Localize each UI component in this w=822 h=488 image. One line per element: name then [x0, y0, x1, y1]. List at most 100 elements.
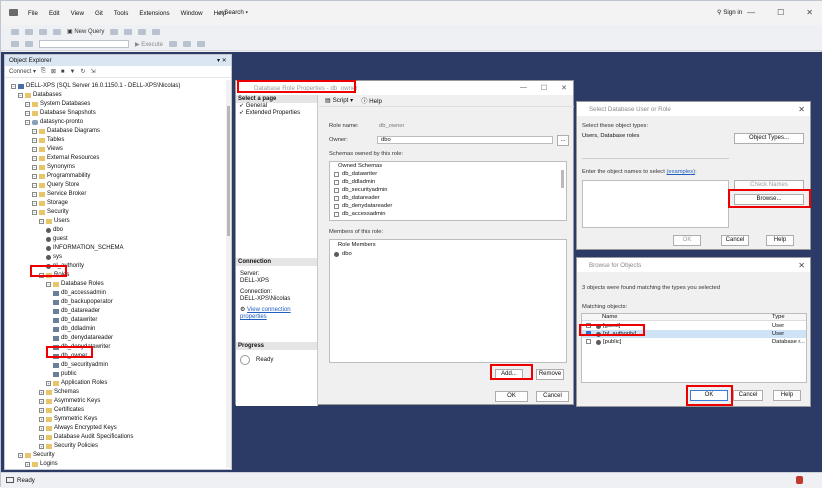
tree-node[interactable]: public	[53, 370, 77, 378]
undo-icon[interactable]	[138, 28, 147, 35]
tree-node[interactable]: dbo	[46, 226, 63, 234]
expand-icon[interactable]: −	[18, 92, 23, 98]
schema-row[interactable]: db_securityadmin	[334, 187, 387, 194]
schema-checkbox[interactable]	[334, 172, 339, 177]
toolbar-icon[interactable]	[25, 41, 33, 47]
schema-checkbox[interactable]	[334, 196, 339, 201]
maximize-icon[interactable]: ☐	[777, 8, 784, 17]
tree-node[interactable]: − Database Snapshots	[25, 109, 96, 117]
tree-node[interactable]: − Synonyms	[32, 163, 75, 171]
tree-node[interactable]: db_denydatareader	[53, 334, 113, 342]
row-checkbox[interactable]	[586, 339, 591, 344]
object-names-field[interactable]	[582, 180, 729, 228]
expand-icon[interactable]: −	[46, 281, 51, 287]
refresh-icon[interactable]: ↻	[80, 68, 85, 75]
menu-tools[interactable]: Tools	[113, 9, 129, 18]
col-type-header[interactable]: Type	[772, 314, 785, 320]
toolbar-icon[interactable]	[182, 41, 191, 47]
stop-icon[interactable]: ■	[61, 69, 65, 75]
minimize-icon[interactable]: —	[520, 84, 527, 92]
connect-button[interactable]: Connect ▾	[9, 68, 36, 75]
tree-node[interactable]: − datasync-pronto	[25, 118, 83, 126]
tree-node[interactable]: − Security	[32, 208, 69, 216]
close-icon[interactable]: ✕	[798, 105, 805, 114]
col-name-header[interactable]: Name	[602, 314, 617, 320]
expand-icon[interactable]: −	[39, 218, 44, 224]
connect-icon[interactable]: ⎘	[41, 68, 46, 75]
tree-node[interactable]: + Certificates	[39, 406, 84, 414]
expand-icon[interactable]: +	[39, 407, 44, 413]
menu-file[interactable]: File	[27, 9, 39, 18]
expand-icon[interactable]: −	[25, 101, 30, 107]
tree-node[interactable]: − System Databases	[25, 100, 90, 108]
schemas-scrollbar[interactable]	[561, 170, 564, 188]
owner-browse-button[interactable]: ...	[557, 135, 569, 146]
maximize-icon[interactable]: ☐	[541, 84, 547, 92]
disconnect-icon[interactable]: ⊠	[51, 68, 56, 75]
tree-node[interactable]: − Users	[39, 217, 70, 225]
tree-node[interactable]: − Programmability	[32, 172, 90, 180]
expand-icon[interactable]: +	[39, 425, 44, 431]
schema-checkbox[interactable]	[334, 204, 339, 209]
owner-field[interactable]: dbo	[377, 136, 553, 144]
tree-node[interactable]: + Always Encrypted Keys	[39, 424, 117, 432]
toolbar-icon[interactable]	[11, 41, 19, 47]
close-icon[interactable]: ✕	[561, 84, 567, 92]
expand-icon[interactable]: +	[18, 452, 23, 458]
expand-icon[interactable]: −	[32, 146, 37, 152]
tree-node[interactable]: − Database Diagrams	[32, 127, 100, 135]
expand-icon[interactable]: +	[39, 416, 44, 422]
redo-icon[interactable]	[152, 28, 161, 35]
tree-node[interactable]: − Databases	[18, 91, 62, 99]
help-button[interactable]: Help	[766, 235, 794, 246]
tree-node[interactable]: + Logins	[25, 460, 58, 468]
schema-row[interactable]: db_denydatareader	[334, 203, 392, 210]
remove-button[interactable]: Remove	[536, 369, 564, 380]
tree-node[interactable]: − DELL-XPS (SQL Server 16.0.1150.1 - DELL…	[11, 82, 180, 90]
schema-row[interactable]: db_datawriter	[334, 171, 377, 178]
schema-row[interactable]: db_accessadmin	[334, 211, 386, 218]
tree-node[interactable]: + Application Roles	[46, 379, 107, 387]
expand-icon[interactable]: +	[25, 461, 30, 467]
minimize-icon[interactable]: —	[747, 8, 755, 17]
help-button[interactable]: Help	[773, 390, 801, 401]
expand-icon[interactable]: −	[32, 200, 37, 206]
tree-node[interactable]: − Storage	[32, 199, 68, 207]
close-icon[interactable]: ✕	[798, 261, 805, 270]
toolbar-icon[interactable]	[124, 28, 133, 35]
menu-edit[interactable]: Edit	[48, 9, 61, 18]
menu-extensions[interactable]: Extensions	[138, 9, 170, 18]
tree-node[interactable]: INFORMATION_SCHEMA	[46, 244, 124, 252]
tree-node[interactable]: − Views	[32, 145, 63, 153]
tree-node[interactable]: guest	[46, 235, 68, 243]
tree-node[interactable]: db_securityadmin	[53, 361, 108, 369]
tree-node[interactable]: + Schemas	[39, 388, 79, 396]
tree-node[interactable]: − External Resources	[32, 154, 99, 162]
tree-scrollbar[interactable]	[226, 80, 231, 468]
expand-icon[interactable]: +	[46, 380, 51, 386]
execute-button[interactable]: ▶ Execute	[135, 41, 163, 48]
tree-node[interactable]: db_ddladmin	[53, 325, 95, 333]
cancel-button[interactable]: Cancel	[536, 391, 569, 402]
expand-icon[interactable]: −	[32, 155, 37, 161]
schema-checkbox[interactable]	[334, 212, 339, 217]
tree-node[interactable]: − Tables	[32, 136, 64, 144]
expand-icon[interactable]: +	[39, 398, 44, 404]
notification-icon[interactable]	[796, 476, 803, 484]
expand-icon[interactable]: +	[39, 434, 44, 440]
expand-icon[interactable]: −	[32, 209, 37, 215]
expand-icon[interactable]: −	[25, 110, 30, 116]
expand-icon[interactable]: +	[39, 389, 44, 395]
forward-icon[interactable]	[25, 28, 33, 35]
script-button[interactable]: ▤ Script ▾	[325, 97, 353, 104]
new-query-button[interactable]: ▣ New Query	[67, 28, 104, 35]
tree-node[interactable]: + Security	[18, 451, 55, 459]
schema-checkbox[interactable]	[334, 188, 339, 193]
help-button[interactable]: ⓘ Help	[361, 96, 382, 105]
ok-button[interactable]: OK	[673, 235, 701, 246]
tree-node[interactable]: − Database Roles	[46, 280, 104, 288]
expand-icon[interactable]: −	[32, 164, 37, 170]
object-types-button[interactable]: Object Types...	[734, 133, 804, 144]
examples-link[interactable]: (examples)	[666, 169, 695, 175]
expand-icon[interactable]: −	[25, 119, 30, 125]
